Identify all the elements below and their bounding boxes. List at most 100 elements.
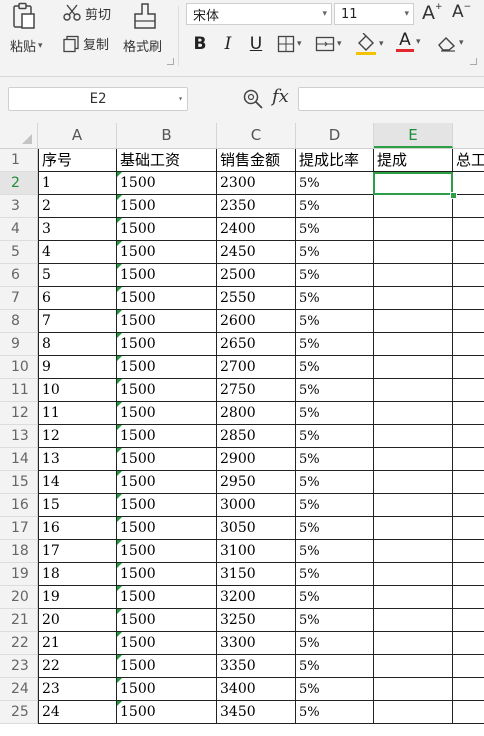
table-cell[interactable]: [453, 609, 484, 632]
table-cell[interactable]: 3100: [217, 540, 296, 563]
table-cell[interactable]: [453, 701, 484, 724]
table-cell[interactable]: [453, 655, 484, 678]
table-cell[interactable]: [374, 218, 453, 241]
table-cell[interactable]: 4: [38, 241, 117, 264]
row-header[interactable]: 17: [0, 517, 38, 540]
table-cell[interactable]: 18: [38, 563, 117, 586]
table-cell[interactable]: 5%: [296, 494, 374, 517]
font-color-button[interactable]: A ▾: [396, 31, 421, 52]
column-header-e[interactable]: E: [374, 123, 453, 148]
table-cell[interactable]: 1500: [117, 632, 217, 655]
table-cell[interactable]: [374, 356, 453, 379]
row-header[interactable]: 8: [0, 310, 38, 333]
table-cell[interactable]: 5%: [296, 609, 374, 632]
table-cell[interactable]: 3450: [217, 701, 296, 724]
table-cell[interactable]: 7: [38, 310, 117, 333]
table-cell[interactable]: 1500: [117, 402, 217, 425]
row-header[interactable]: 23: [0, 655, 38, 678]
select-all-corner[interactable]: [0, 123, 38, 148]
table-cell[interactable]: 5%: [296, 310, 374, 333]
table-cell[interactable]: 3350: [217, 655, 296, 678]
format-painter-button[interactable]: [132, 2, 158, 30]
header-cell-base-salary[interactable]: 基础工资: [117, 149, 217, 172]
row-header[interactable]: 19: [0, 563, 38, 586]
table-cell[interactable]: [453, 425, 484, 448]
table-cell[interactable]: 1500: [117, 517, 217, 540]
row-header[interactable]: 7: [0, 287, 38, 310]
row-header[interactable]: 21: [0, 609, 38, 632]
font-size-select[interactable]: 11 ▾: [334, 3, 414, 25]
clipboard-group-launcher[interactable]: [167, 58, 174, 65]
table-cell[interactable]: 3050: [217, 517, 296, 540]
table-cell[interactable]: [374, 494, 453, 517]
table-cell[interactable]: [374, 333, 453, 356]
table-cell[interactable]: 24: [38, 701, 117, 724]
table-cell[interactable]: 5: [38, 264, 117, 287]
table-cell[interactable]: 23: [38, 678, 117, 701]
row-header[interactable]: 16: [0, 494, 38, 517]
table-cell[interactable]: [453, 540, 484, 563]
table-cell[interactable]: 1500: [117, 264, 217, 287]
row-header[interactable]: 22: [0, 632, 38, 655]
table-cell[interactable]: [374, 471, 453, 494]
cut-button[interactable]: 剪切: [62, 3, 111, 23]
table-cell[interactable]: [453, 218, 484, 241]
table-cell[interactable]: [453, 172, 484, 195]
table-cell[interactable]: 22: [38, 655, 117, 678]
name-box[interactable]: E2 ▾: [8, 87, 188, 111]
table-cell[interactable]: 3200: [217, 586, 296, 609]
row-header[interactable]: 13: [0, 425, 38, 448]
table-cell[interactable]: [374, 586, 453, 609]
table-cell[interactable]: 5%: [296, 678, 374, 701]
table-cell[interactable]: 5%: [296, 356, 374, 379]
table-cell[interactable]: [453, 448, 484, 471]
table-cell[interactable]: 2350: [217, 195, 296, 218]
zoom-icon[interactable]: [242, 88, 264, 114]
table-cell[interactable]: 2400: [217, 218, 296, 241]
table-cell[interactable]: 16: [38, 517, 117, 540]
table-cell[interactable]: 5%: [296, 655, 374, 678]
row-header[interactable]: 2: [0, 172, 38, 195]
header-cell-commission[interactable]: 提成: [374, 149, 453, 172]
table-cell[interactable]: [374, 310, 453, 333]
table-cell[interactable]: 2300: [217, 172, 296, 195]
table-cell[interactable]: 21: [38, 632, 117, 655]
table-cell[interactable]: [374, 448, 453, 471]
header-cell-index[interactable]: 序号: [38, 149, 117, 172]
table-cell[interactable]: [453, 379, 484, 402]
bold-button[interactable]: B: [190, 34, 210, 54]
table-cell[interactable]: 1500: [117, 448, 217, 471]
table-cell[interactable]: [374, 172, 453, 195]
borders-button[interactable]: ▾: [277, 35, 302, 53]
table-cell[interactable]: 5%: [296, 540, 374, 563]
row-header[interactable]: 6: [0, 264, 38, 287]
table-cell[interactable]: 3: [38, 218, 117, 241]
table-cell[interactable]: 5%: [296, 632, 374, 655]
header-cell-total[interactable]: 总工: [453, 149, 484, 172]
worksheet-grid[interactable]: A B C D E 1 序号 基础工资 销售金额 提成比率 提成 总工 2 1 15…: [0, 123, 484, 736]
underline-button[interactable]: U: [246, 34, 266, 54]
table-cell[interactable]: 8: [38, 333, 117, 356]
row-header[interactable]: 9: [0, 333, 38, 356]
table-cell[interactable]: [453, 333, 484, 356]
table-cell[interactable]: 2800: [217, 402, 296, 425]
table-cell[interactable]: 1500: [117, 356, 217, 379]
table-cell[interactable]: [453, 356, 484, 379]
table-cell[interactable]: 5%: [296, 402, 374, 425]
table-cell[interactable]: 19: [38, 586, 117, 609]
grow-font-button[interactable]: A +: [422, 2, 443, 24]
table-cell[interactable]: [374, 195, 453, 218]
table-cell[interactable]: [453, 678, 484, 701]
table-cell[interactable]: [374, 563, 453, 586]
table-cell[interactable]: 13: [38, 448, 117, 471]
table-cell[interactable]: [453, 471, 484, 494]
table-cell[interactable]: 2500: [217, 264, 296, 287]
font-group-launcher[interactable]: [470, 58, 477, 65]
table-cell[interactable]: 9: [38, 356, 117, 379]
table-cell[interactable]: 11: [38, 402, 117, 425]
row-header[interactable]: 10: [0, 356, 38, 379]
table-cell[interactable]: 1500: [117, 471, 217, 494]
table-cell[interactable]: [453, 402, 484, 425]
table-cell[interactable]: [374, 678, 453, 701]
table-cell[interactable]: 6: [38, 287, 117, 310]
